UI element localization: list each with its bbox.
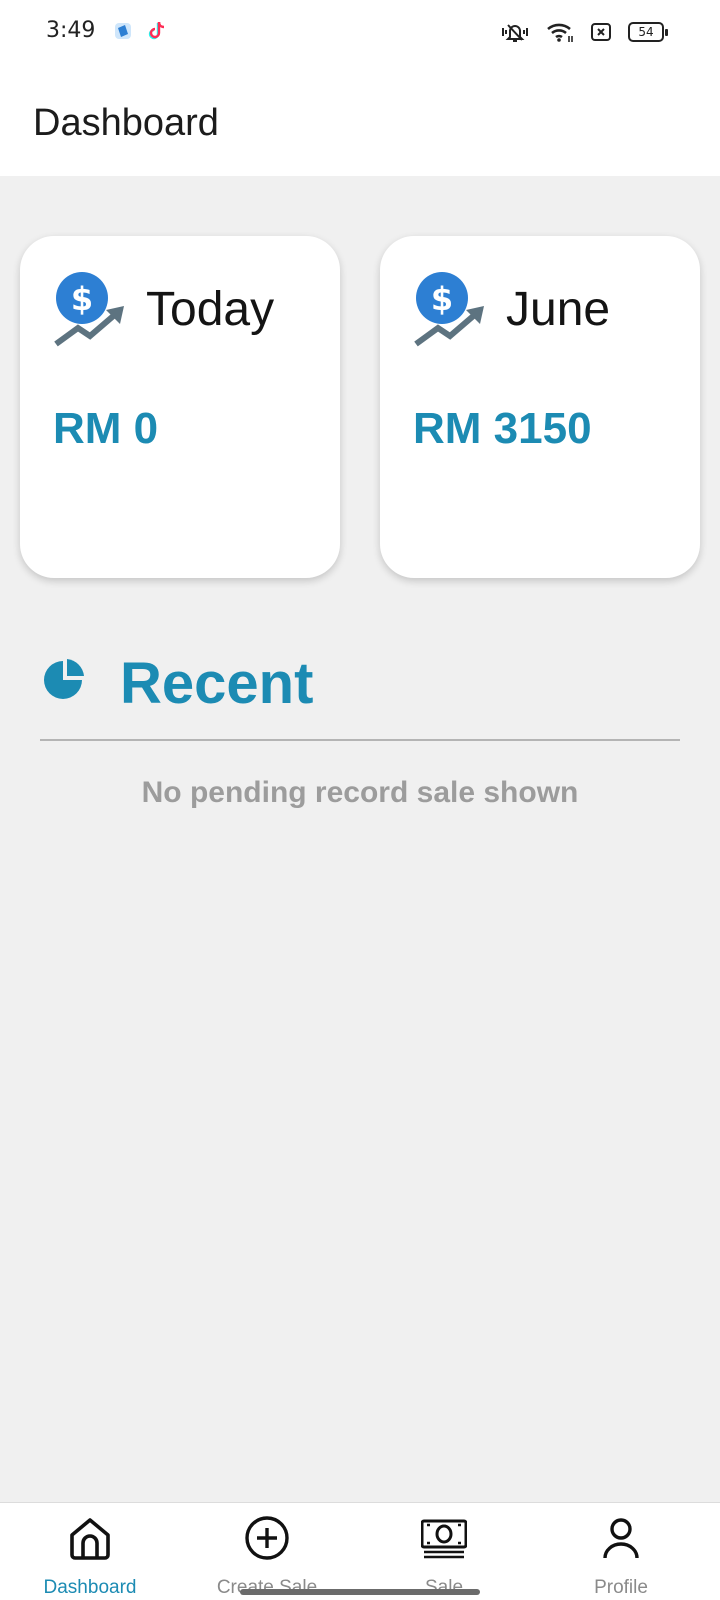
status-time: 3:49 (46, 18, 96, 43)
nav-create-sale[interactable]: Create Sale (177, 1503, 357, 1600)
status-icons: 54 (500, 20, 668, 44)
home-indicator[interactable] (240, 1589, 480, 1595)
month-amount: RM 3150 (413, 404, 592, 453)
svg-text:$: $ (71, 280, 93, 318)
recent-divider (40, 739, 680, 741)
nav-dashboard[interactable]: Dashboard (0, 1503, 180, 1600)
nav-sale-label: Sale (424, 1577, 464, 1598)
recent-title: Recent (120, 651, 314, 716)
nav-create-sale-label: Create Sale (216, 1577, 318, 1598)
month-label: June (506, 283, 611, 336)
nav-sale[interactable]: Sale (354, 1503, 534, 1600)
status-bar: 3:49 54 (0, 0, 720, 64)
sim-off-icon (591, 23, 611, 41)
empty-state-message: No pending record sale shown (141, 776, 579, 809)
wifi-icon (547, 23, 573, 42)
nav-profile-label: Profile (594, 1577, 648, 1598)
page-title: Dashboard (33, 102, 219, 144)
nav-profile[interactable]: Profile (531, 1503, 711, 1600)
today-label: Today (146, 283, 275, 336)
pie-chart-icon (44, 659, 84, 699)
vibrate-icon (502, 24, 528, 42)
dollar-trend-icon: $ (54, 272, 124, 347)
today-amount: RM 0 (53, 404, 159, 453)
nav-dashboard-label: Dashboard (43, 1577, 137, 1598)
home-icon (70, 1518, 110, 1560)
user-icon (603, 1518, 639, 1559)
battery-icon: 54 (628, 22, 668, 42)
today-sales-card[interactable]: $ Today RM 0 (20, 236, 340, 578)
plus-circle-icon (245, 1516, 289, 1560)
tiktok-icon (148, 21, 165, 40)
app-icon-blue (115, 23, 131, 39)
svg-text:$: $ (431, 280, 453, 318)
bottom-navigation: Dashboard Create Sale Sale Profile (0, 1502, 720, 1600)
dollar-trend-icon: $ (414, 272, 484, 347)
cash-icon (421, 1519, 467, 1559)
app-bar: Dashboard (0, 64, 720, 176)
month-sales-card[interactable]: $ June RM 3150 (380, 236, 700, 578)
